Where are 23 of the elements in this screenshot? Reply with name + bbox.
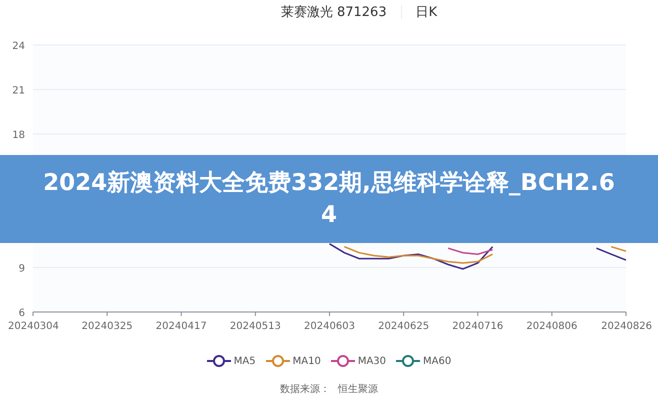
axis-label: 9 <box>18 264 25 274</box>
axis-label: 20240304 <box>8 321 59 332</box>
legend-label[interactable]: MA5 <box>234 356 256 366</box>
axis-label: 18 <box>12 130 25 141</box>
axis-label: 20240716 <box>452 321 504 332</box>
axis-label: 20240603 <box>304 321 355 332</box>
axis-label: 20240513 <box>230 321 281 332</box>
period-label: 日K <box>416 4 438 21</box>
legend-label[interactable]: MA10 <box>292 356 321 366</box>
axis-label: 21 <box>12 86 25 96</box>
axis-label: 20240826 <box>601 321 652 332</box>
chart-title: 莱赛激光 871263 <box>280 4 387 21</box>
axis-label: 20240625 <box>378 321 430 332</box>
axis-label: 24 <box>12 41 25 52</box>
axis-label: 20240325 <box>82 321 133 332</box>
source-label: 数据来源： <box>280 382 330 396</box>
axis-label: 6 <box>18 308 25 319</box>
banner: 2024新澳资料大全免费332期,思维科学诠释_BCH2.64 <box>0 155 658 243</box>
axis-label: 20240417 <box>156 321 207 332</box>
source-value: 恒生聚源 <box>338 382 378 396</box>
axis-label: 20240806 <box>526 321 578 332</box>
legend-label[interactable]: MA60 <box>423 356 452 366</box>
legend-label[interactable]: MA30 <box>358 356 386 366</box>
